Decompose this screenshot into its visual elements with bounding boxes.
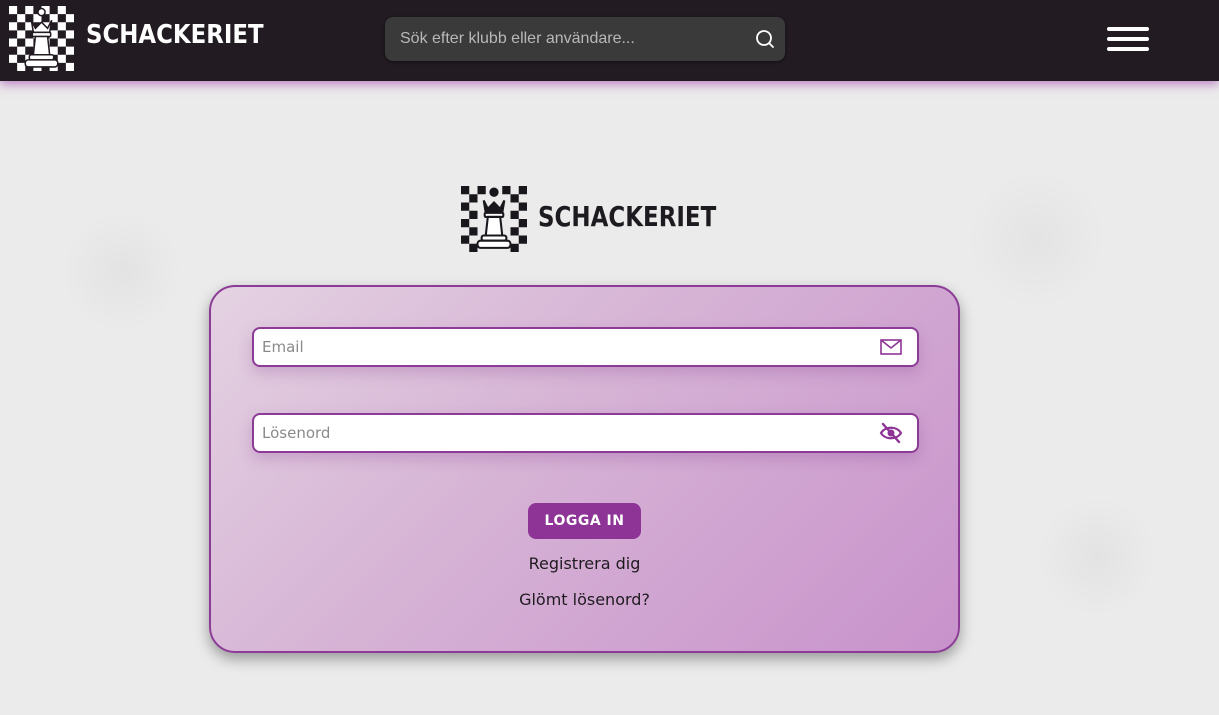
register-link[interactable]: Registrera dig [211,554,958,573]
top-header: SCHACKERIET [0,0,1219,81]
brand-name[interactable]: SCHACKERIET [86,20,264,50]
chess-logo-icon [461,186,527,252]
login-button[interactable]: LOGGA IN [528,503,641,539]
email-field[interactable] [252,327,919,367]
chess-logo-icon[interactable] [9,6,74,71]
login-form: LOGGA IN Registrera dig Glömt lösenord? [209,285,960,653]
hamburger-menu-icon[interactable] [1107,25,1151,55]
forgot-password-link[interactable]: Glömt lösenord? [211,590,958,609]
eye-off-icon[interactable] [879,422,903,444]
password-field[interactable] [252,413,919,453]
envelope-icon [880,339,902,355]
search-bar [385,17,785,61]
search-icon[interactable] [754,28,776,50]
password-input[interactable] [254,415,854,451]
email-input[interactable] [254,329,854,365]
brand-title: SCHACKERIET [538,200,717,233]
search-input[interactable] [385,17,745,61]
